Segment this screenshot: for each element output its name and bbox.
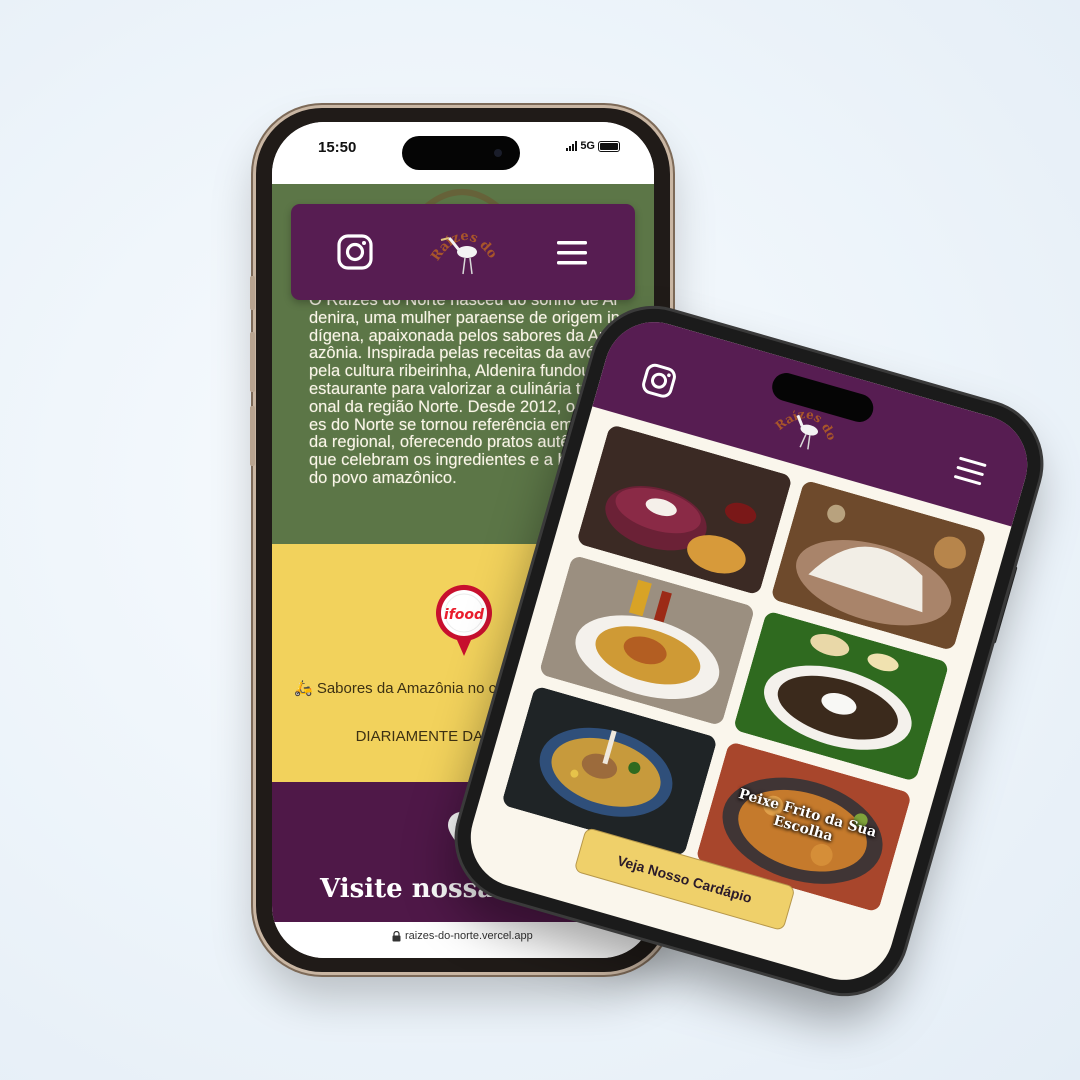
browser-address-bar[interactable]: raizes-do-norte.vercel.app: [272, 922, 654, 958]
floating-navbar: Raízes do Norte: [291, 204, 635, 300]
instagram-icon[interactable]: [638, 360, 680, 402]
hamburger-menu-icon[interactable]: [952, 455, 987, 486]
side-button: [250, 276, 255, 310]
status-indicators: 5G: [566, 140, 620, 152]
heron-logo[interactable]: Raízes do Norte: [427, 216, 503, 290]
url-text: raizes-do-norte.vercel.app: [405, 930, 533, 942]
status-time: 15:50: [318, 139, 357, 156]
hamburger-menu-icon[interactable]: [555, 239, 589, 267]
side-button: [250, 332, 255, 392]
side-button: [250, 406, 255, 466]
network-label: 5G: [580, 140, 595, 152]
ifood-logo-text: ifood: [444, 607, 485, 623]
dynamic-island: [402, 136, 520, 170]
ifood-badge-icon[interactable]: ifood: [435, 584, 493, 658]
signal-icon: [566, 141, 578, 151]
lock-icon: [392, 930, 401, 941]
instagram-icon[interactable]: [336, 233, 374, 271]
battery-icon: [598, 140, 620, 152]
